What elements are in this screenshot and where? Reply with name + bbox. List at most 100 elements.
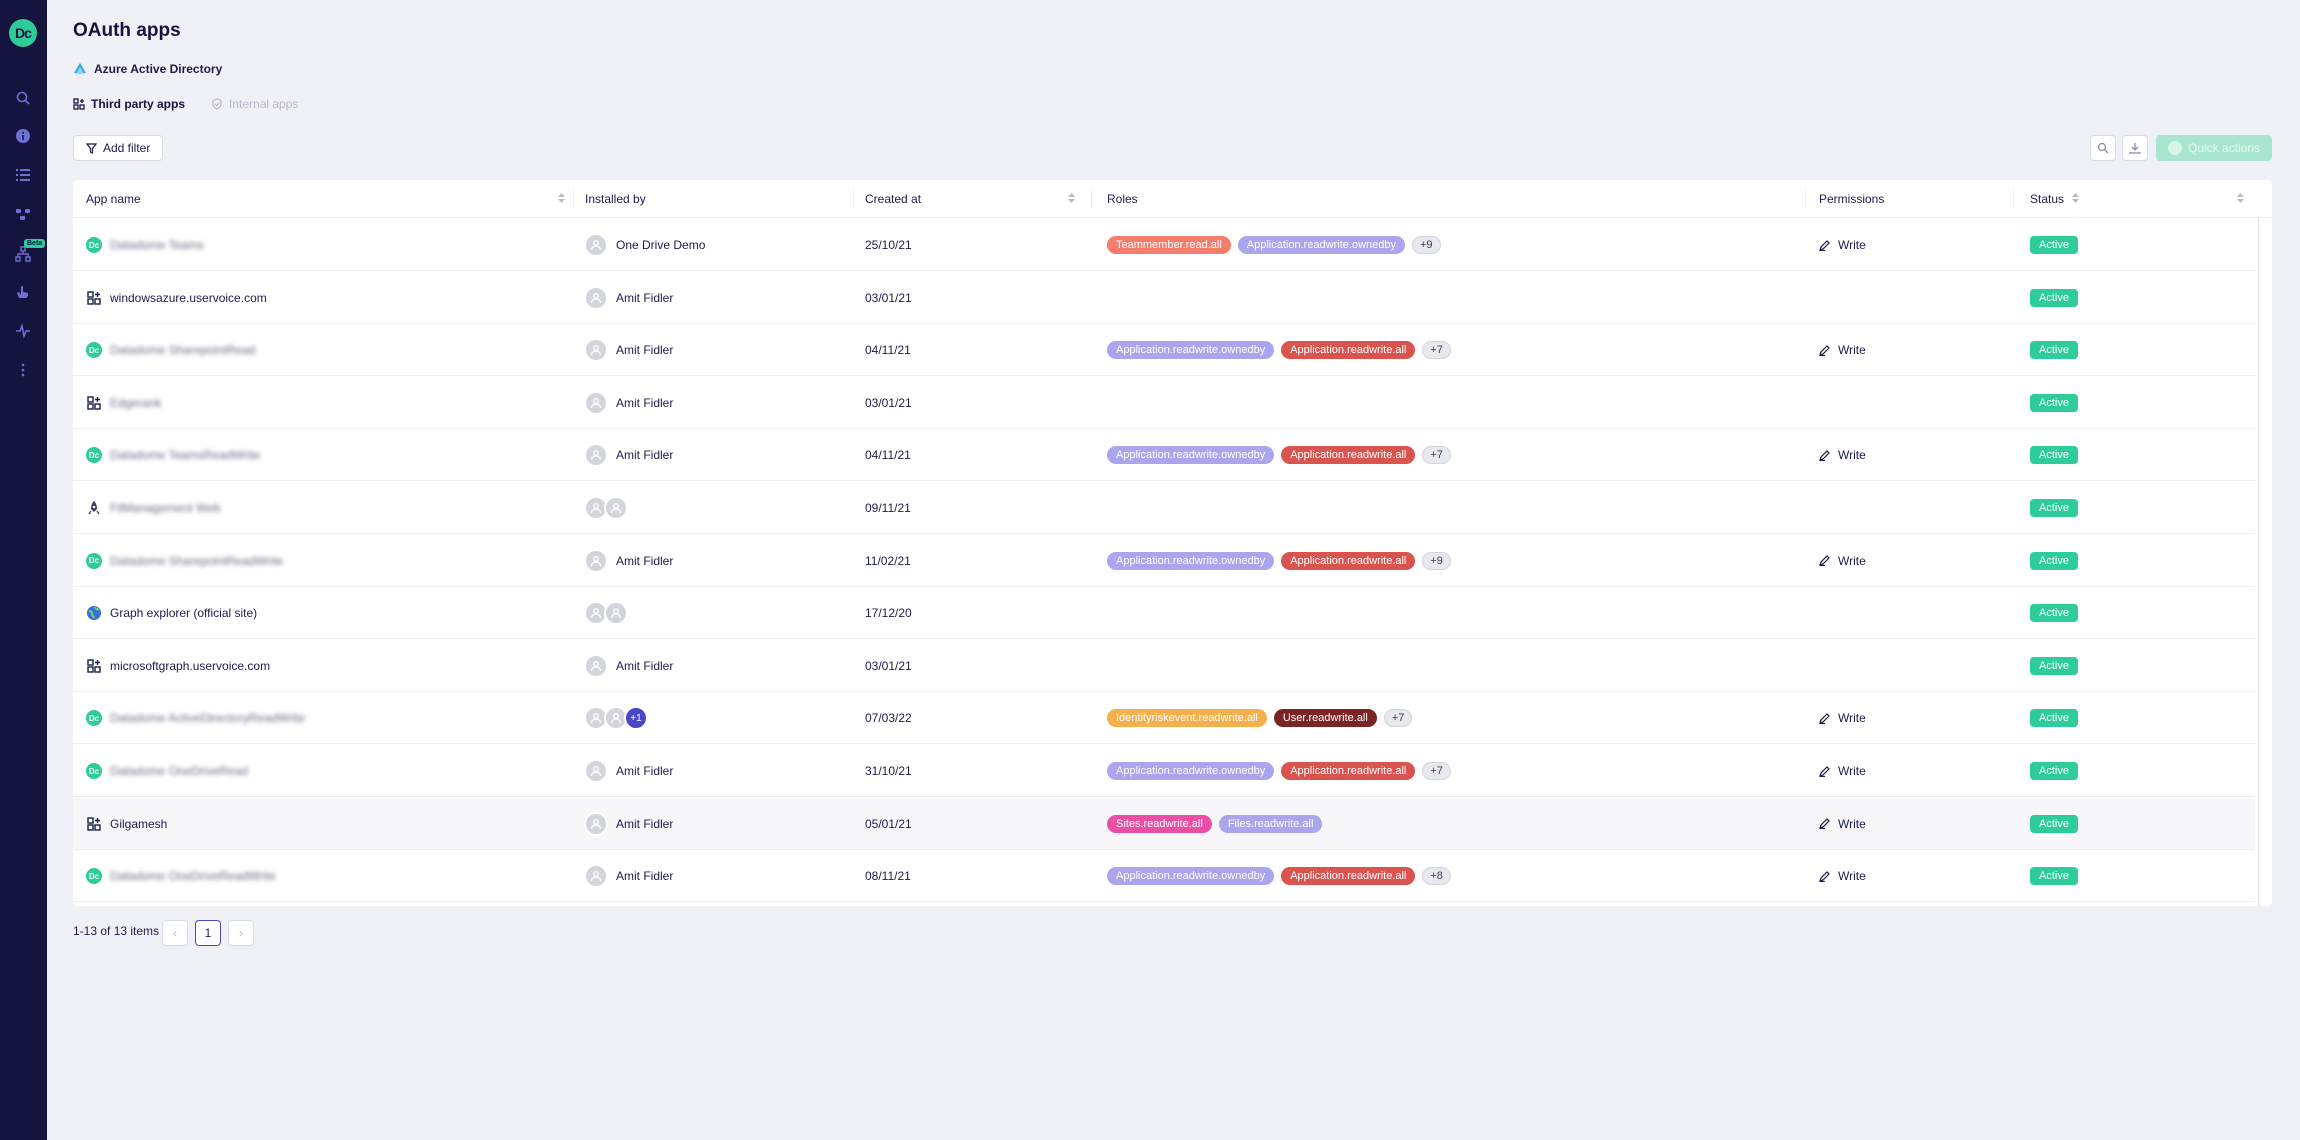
role-tag[interactable]: Application.readwrite.ownedby	[1107, 867, 1275, 886]
more-vertical-icon[interactable]	[13, 360, 33, 380]
hand-icon[interactable]	[13, 282, 33, 302]
status-cell: Active	[2030, 798, 2230, 850]
permission-label: Write	[1838, 238, 1866, 252]
avatar	[584, 864, 608, 889]
app-name[interactable]: Datadome ActiveDirectoryReadWrite	[110, 711, 305, 725]
role-tag[interactable]: Application.readwrite.all	[1281, 446, 1416, 465]
tab-third-party-apps[interactable]: Third party apps	[73, 97, 185, 111]
app-name[interactable]: Datadome SharepointRead	[110, 343, 255, 357]
role-tag[interactable]: Application.readwrite.all	[1281, 551, 1416, 570]
created-at-cell: 31/10/21	[865, 764, 912, 778]
role-tag[interactable]: User.readwrite.all	[1273, 709, 1377, 728]
permission-label: Write	[1838, 816, 1866, 831]
app-name[interactable]: microsoftgraph.uservoice.com	[110, 659, 270, 673]
table-row[interactable]: Dc Datadome Teams One Drive Demo 25/10/21 Te…	[73, 219, 2255, 271]
table-row[interactable]: Graph explorer (official site) 17/12/20 Ac…	[73, 587, 2255, 640]
role-tag[interactable]: Identityriskevent.readwrite.all	[1107, 709, 1267, 728]
app-name[interactable]: Edgerank	[110, 396, 161, 410]
app-name[interactable]: Graph explorer (official site)	[110, 606, 257, 620]
more-users-avatar[interactable]: +1	[624, 706, 648, 731]
table-row[interactable]: FilManagement Web 09/11/21 Active	[73, 482, 2255, 534]
role-tag[interactable]: Files.readwrite.all	[1218, 814, 1323, 833]
more-roles-badge[interactable]: +7	[1383, 709, 1413, 728]
sort-icon[interactable]	[2237, 193, 2244, 203]
app-name[interactable]: windowsazure.uservoice.com	[110, 291, 267, 305]
status-cell: Active	[2030, 377, 2230, 429]
datadome-icon: Dc	[86, 763, 102, 779]
flow-icon[interactable]	[13, 204, 33, 224]
permission-label: Write	[1838, 343, 1866, 358]
app-name[interactable]: FilManagement Web	[110, 501, 221, 515]
app-name[interactable]: Datadome SharepointReadWrite	[110, 554, 283, 568]
sort-icon[interactable]	[558, 193, 565, 203]
add-filter-button[interactable]: Add filter	[73, 135, 164, 161]
table-row[interactable]: Dc Datadome OneDriveRead Amit Fidler 31/10/…	[73, 745, 2255, 797]
table-row[interactable]: Gilgamesh Amit Fidler 05/01/21 Sites.readwr…	[73, 797, 2255, 850]
more-roles-badge[interactable]: +9	[1422, 551, 1451, 570]
more-roles-badge[interactable]: +7	[1422, 341, 1451, 360]
avatar	[604, 601, 628, 626]
avatar	[584, 759, 608, 783]
role-tag[interactable]: Application.readwrite.ownedby	[1107, 551, 1275, 570]
role-tag[interactable]: Teammember.read.all	[1107, 236, 1231, 254]
created-at-cell: 03/01/21	[865, 658, 912, 673]
app-name-cell: Edgerank	[86, 377, 566, 429]
tab-internal-apps[interactable]: Internal apps	[211, 97, 298, 111]
app-name[interactable]: Datadome OneDriveReadWrite	[110, 869, 276, 883]
permissions-cell: Write	[1819, 745, 2019, 797]
info-icon[interactable]	[13, 126, 33, 146]
status-cell: Active	[2030, 745, 2230, 797]
more-roles-badge[interactable]: +8	[1422, 867, 1451, 886]
list-icon[interactable]	[13, 165, 33, 185]
role-tag[interactable]: Application.readwrite.ownedby	[1107, 446, 1275, 465]
app-name[interactable]: Datadome Teams	[110, 238, 204, 252]
activity-icon[interactable]	[13, 321, 33, 341]
permission-label: Write	[1838, 711, 1866, 726]
download-button[interactable]	[2122, 135, 2148, 161]
more-roles-badge[interactable]: +7	[1422, 762, 1451, 780]
table-row[interactable]: Dc Datadome SharepointReadWrite Amit Fidle…	[73, 535, 2255, 587]
previous-page-button[interactable]: ‹	[162, 920, 188, 946]
permissions-cell: Write	[1819, 219, 2019, 271]
sort-icon[interactable]	[1068, 193, 1075, 203]
app-name[interactable]: Datadome TeamsReadWrite	[110, 448, 260, 462]
pencil-icon	[1819, 713, 1830, 724]
table-row[interactable]: Edgerank Amit Fidler 03/01/21 Active	[73, 377, 2255, 429]
page-1-button[interactable]: 1	[195, 920, 221, 946]
more-roles-badge[interactable]: +7	[1422, 446, 1451, 465]
more-roles-badge[interactable]: +9	[1411, 236, 1441, 254]
table-row[interactable]: Dc Datadome SharepointRead Amit Fidler 04/1…	[73, 324, 2255, 377]
pencil-icon	[1819, 555, 1830, 567]
table-row[interactable]: Dc Datadome ActiveDirectoryReadWrite +1 07/…	[73, 692, 2255, 745]
app-name[interactable]: Datadome OneDriveRead	[110, 764, 248, 778]
logo[interactable]: Dc	[9, 19, 37, 47]
role-tag[interactable]: Sites.readwrite.all	[1107, 814, 1212, 833]
permission-label: Write	[1838, 448, 1866, 463]
status-cell: Active	[2030, 587, 2230, 639]
search-button[interactable]	[2090, 135, 2116, 161]
next-page-button[interactable]: ›	[228, 920, 254, 946]
role-tag[interactable]: Application.readwrite.all	[1281, 341, 1416, 360]
column-header-created-at[interactable]: Created at	[865, 180, 1083, 218]
quick-actions-button[interactable]: Quick actions	[2156, 135, 2272, 161]
installed-by-cell: Amit Fidler	[584, 377, 854, 429]
role-tag[interactable]: Application.readwrite.all	[1281, 867, 1416, 886]
column-header-installed-by[interactable]: Installed by	[585, 180, 857, 218]
column-header-app-name[interactable]: App name	[86, 180, 573, 218]
table-row[interactable]: Dc Datadome TeamsReadWrite Amit Fidler 04/1…	[73, 429, 2255, 482]
app-name[interactable]: Gilgamesh	[110, 817, 167, 831]
table-row[interactable]: microsoftgraph.uservoice.com Amit Fidler 0…	[73, 640, 2255, 692]
table-scrollbar[interactable]	[2258, 218, 2259, 906]
roles-cell: Application.readwrite.ownedby Application…	[1107, 535, 1807, 587]
role-tag[interactable]: Application.readwrite.ownedby	[1107, 762, 1275, 780]
column-header-roles[interactable]: Roles	[1107, 180, 1847, 218]
search-icon[interactable]	[13, 88, 33, 108]
role-tag[interactable]: Application.readwrite.ownedby	[1237, 236, 1405, 254]
column-header-status[interactable]: Status	[2030, 180, 2252, 218]
avatar	[584, 548, 608, 573]
role-tag[interactable]: Application.readwrite.all	[1281, 762, 1416, 780]
role-tag[interactable]: Application.readwrite.ownedby	[1107, 341, 1275, 360]
table-row[interactable]: Dc Datadome OneDriveReadWrite Amit Fidler 0…	[73, 850, 2255, 903]
permission-label: Write	[1838, 764, 1866, 778]
table-row[interactable]: windowsazure.uservoice.com Amit Fidler 03/…	[73, 272, 2255, 324]
